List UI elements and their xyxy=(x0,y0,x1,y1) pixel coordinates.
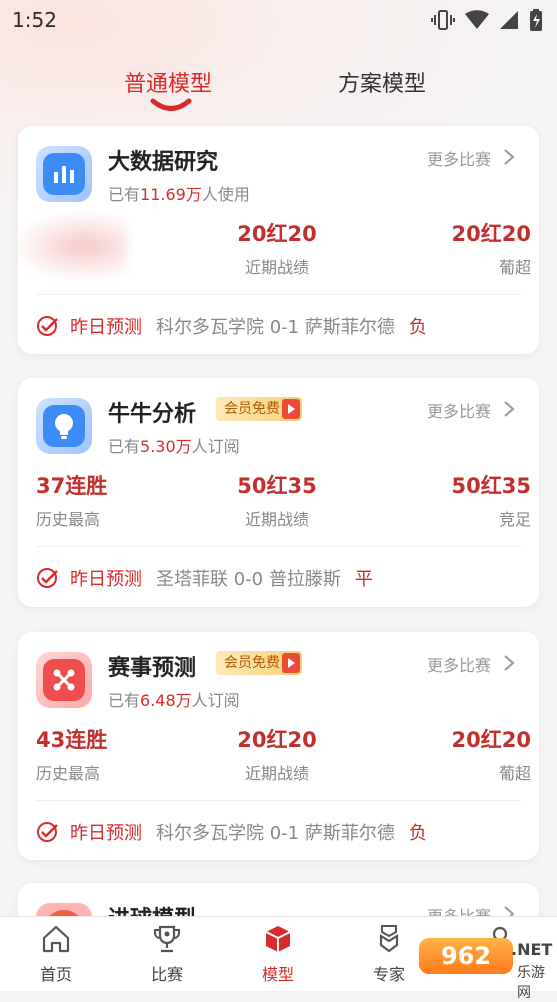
chevron-right-icon[interactable] xyxy=(503,654,515,672)
vibrate-icon xyxy=(431,9,455,31)
divider xyxy=(36,294,521,295)
watermark-logo: 962 xyxy=(419,938,513,974)
watermark-sub: 乐游网 xyxy=(517,965,545,1001)
blurred-stat xyxy=(18,214,128,278)
chevron-right-icon[interactable] xyxy=(503,400,515,418)
member-free-badge: 会员免费 xyxy=(216,651,302,675)
battery-icon xyxy=(529,9,543,31)
user-count: 已有6.48万人订阅 xyxy=(108,691,240,710)
yesterday-prediction: 昨日预测 科尔多瓦学院 0-1 萨斯菲尔德 负 xyxy=(36,312,427,340)
lightbulb-icon xyxy=(36,398,92,454)
status-icons xyxy=(431,9,543,31)
tab-plan-model[interactable]: 方案模型 xyxy=(338,66,426,98)
divider xyxy=(36,546,521,547)
stat-league: 20红20 葡超 xyxy=(451,222,531,277)
card-title: 牛牛分析 xyxy=(108,402,197,427)
yesterday-prediction: 昨日预测 科尔多瓦学院 0-1 萨斯菲尔德 负 xyxy=(36,818,427,846)
yesterday-prediction: 昨日预测 圣塔菲联 0-0 普拉滕斯 平 xyxy=(36,564,373,592)
member-free-badge: 会员免费 xyxy=(216,397,302,421)
tab-normal-model[interactable]: 普通模型 xyxy=(124,66,212,98)
play-icon xyxy=(282,399,300,419)
signal-icon xyxy=(499,10,519,30)
trophy-icon xyxy=(154,925,180,953)
more-matches-link[interactable]: 更多比赛 xyxy=(427,398,491,422)
stat-best-streak: 37连胜 历史最高 xyxy=(36,474,108,529)
chevron-right-icon[interactable] xyxy=(503,148,515,166)
cube-icon xyxy=(265,926,291,952)
stat-league: 20红20 葡超 xyxy=(451,728,531,783)
model-card[interactable]: 赛事预测 会员免费 更多比赛 已有6.48万人订阅 43连胜 历史最高 20红2… xyxy=(18,632,539,860)
watermark-net: .NET xyxy=(511,940,553,959)
nav-matches[interactable]: 比赛 xyxy=(127,923,207,985)
stat-best-streak: 43连胜 历史最高 xyxy=(36,728,108,783)
user-count: 已有11.69万人使用 xyxy=(108,185,250,204)
home-icon xyxy=(42,925,70,953)
check-circle-icon xyxy=(37,568,58,588)
more-matches-link[interactable]: 更多比赛 xyxy=(427,146,491,170)
stat-recent: 20红20 近期战绩 xyxy=(237,728,317,783)
status-time: 1:52 xyxy=(12,8,57,32)
card-title: 大数据研究 xyxy=(108,150,219,175)
play-icon xyxy=(282,653,300,673)
model-tabs: 普通模型 方案模型 xyxy=(0,62,557,112)
more-matches-link[interactable]: 更多比赛 xyxy=(427,652,491,676)
stat-league: 50红35 竞足 xyxy=(451,474,531,529)
divider xyxy=(36,800,521,801)
active-tab-indicator xyxy=(150,98,192,111)
nav-model[interactable]: 模型 xyxy=(238,923,318,985)
stat-recent: 20红20 近期战绩 xyxy=(237,222,317,277)
model-card[interactable]: 牛牛分析 会员免费 更多比赛 已有5.30万人订阅 37连胜 历史最高 50红3… xyxy=(18,378,539,607)
wifi-icon xyxy=(465,10,489,30)
user-count: 已有5.30万人订阅 xyxy=(108,437,240,456)
status-bar: 1:52 xyxy=(0,0,557,40)
card-title: 赛事预测 xyxy=(108,656,197,681)
watermark: 962 .NET 乐游网 xyxy=(405,934,557,1001)
check-circle-icon xyxy=(37,316,58,336)
bar-chart-icon xyxy=(36,146,92,202)
badge-icon xyxy=(379,925,399,953)
scatter-icon xyxy=(36,652,92,708)
check-circle-icon xyxy=(37,822,58,842)
model-card[interactable]: 大数据研究 更多比赛 已有11.69万人使用 20红20 近期战绩 20红20 … xyxy=(18,126,539,354)
nav-home[interactable]: 首页 xyxy=(16,923,96,985)
stat-recent: 50红35 近期战绩 xyxy=(237,474,317,529)
